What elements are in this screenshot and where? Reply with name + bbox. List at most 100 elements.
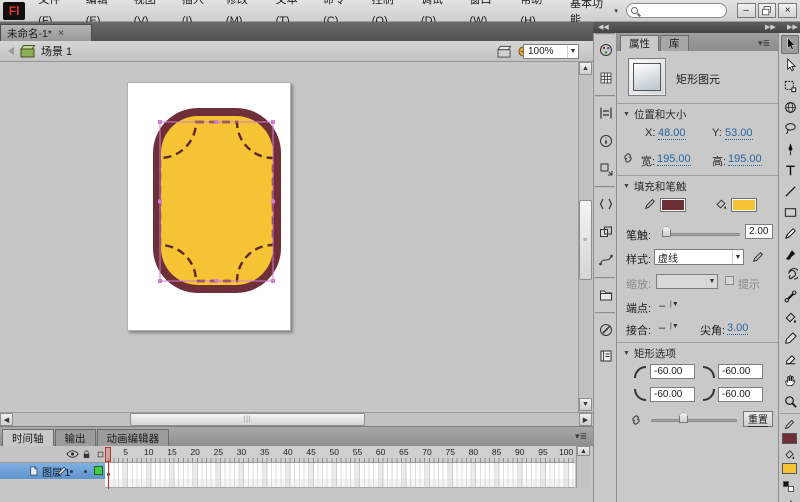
canvas-pasteboard[interactable]	[0, 62, 578, 412]
toolbar-stroke-color-chip[interactable]	[782, 433, 797, 444]
frame-grid-empty[interactable]	[105, 479, 575, 488]
eraser-tool[interactable]	[781, 350, 799, 369]
join-dropdown-icon[interactable]: |▼	[670, 323, 679, 330]
document-tab[interactable]: 未命名-1* ×	[0, 24, 92, 41]
3d-rotation-tool[interactable]	[781, 98, 799, 117]
restore-button[interactable]	[757, 3, 777, 18]
panel-menu-icon[interactable]: ▾≣	[575, 431, 587, 442]
stroke-scale-select[interactable]: ▼	[656, 274, 718, 289]
tab-properties[interactable]: 属性	[620, 35, 659, 51]
toolbar-fill-color-chip[interactable]	[782, 463, 797, 474]
collapse-tools-icon[interactable]: ▶▶	[787, 23, 798, 31]
playhead[interactable]	[105, 447, 111, 462]
layer-outline-color-swatch[interactable]	[94, 466, 103, 475]
pencil-tool[interactable]	[781, 224, 799, 243]
corner-radius-bl-input[interactable]: -60.00	[650, 387, 695, 402]
scroll-right-icon[interactable]: ▶	[579, 413, 592, 426]
edit-stroke-style-icon[interactable]	[751, 250, 765, 264]
link-width-height-icon[interactable]	[621, 151, 635, 165]
dock-group-gripper[interactable]	[595, 33, 615, 36]
rectangle-tool[interactable]	[781, 203, 799, 222]
layer-visible-dot[interactable]	[70, 470, 73, 473]
miter-value[interactable]: 3.00	[727, 322, 749, 335]
stroke-width-slider-thumb[interactable]	[662, 226, 671, 237]
tab-library[interactable]: 库	[660, 35, 689, 51]
paint-bucket-tool[interactable]	[781, 308, 799, 327]
breadcrumb-scene[interactable]: 场景 1	[41, 43, 72, 59]
compass-panel-icon[interactable]	[598, 322, 614, 338]
align-panel-icon[interactable]	[598, 105, 614, 121]
panel-menu-icon[interactable]: ▾≣	[758, 38, 770, 49]
strings-panel-icon[interactable]	[598, 348, 614, 364]
stroke-color-swatch[interactable]	[660, 198, 686, 212]
stroke-width-input[interactable]: 2.00	[745, 224, 773, 239]
deco-tool[interactable]	[781, 266, 799, 285]
tab-motion-editor[interactable]: 动画编辑器	[96, 429, 169, 446]
zoom-tool[interactable]	[781, 392, 799, 411]
collapse-left-icon[interactable]: ◀◀	[598, 23, 609, 31]
dock-group-gripper[interactable]	[595, 312, 615, 315]
info-panel-icon[interactable]	[598, 133, 614, 149]
scroll-left-icon[interactable]: ◀	[0, 413, 13, 426]
line-tool[interactable]	[781, 182, 799, 201]
frame-ruler[interactable]: 5 10 15 20 25 30 35 40 45 50 55 60 65 70 75 80 85 90 95 100	[105, 446, 575, 463]
scroll-up-icon[interactable]: ▲	[577, 446, 590, 456]
canvas-horizontal-scrollbar[interactable]: ◀ ||| ▶	[0, 412, 593, 426]
x-value[interactable]: 48.00	[658, 127, 686, 140]
collapse-right-icon[interactable]: ▶▶	[765, 23, 776, 31]
section-rectangle-options[interactable]: ▼ 矩形选项	[623, 346, 676, 361]
components-panel-icon[interactable]	[598, 224, 614, 240]
stroke-style-select[interactable]: 虚线 ▼	[654, 249, 744, 265]
cap-dropdown-icon[interactable]: |▼	[670, 301, 679, 308]
lasso-tool[interactable]	[781, 119, 799, 138]
hinting-checkbox[interactable]	[725, 276, 734, 285]
transform-panel-icon[interactable]	[598, 161, 614, 177]
dock-group-gripper[interactable]	[595, 277, 615, 280]
pen-tool[interactable]	[781, 140, 799, 159]
document-tab-close-icon[interactable]: ×	[58, 27, 64, 39]
color-panel-icon[interactable]	[598, 42, 614, 58]
stroke-width-slider[interactable]	[662, 233, 740, 236]
corner-radius-br-input[interactable]: -60.00	[718, 387, 763, 402]
show-hide-eye-icon[interactable]	[66, 449, 79, 459]
code-snippets-panel-icon[interactable]	[598, 196, 614, 212]
height-value[interactable]: 195.00	[728, 153, 762, 166]
lock-icon[interactable]	[81, 449, 92, 460]
width-value[interactable]: 195.00	[657, 153, 691, 166]
lock-corners-icon[interactable]	[629, 413, 643, 427]
tab-timeline[interactable]: 时间轴	[2, 429, 54, 446]
section-fill-stroke[interactable]: ▼ 填充和笔触	[623, 179, 686, 194]
text-tool[interactable]	[781, 161, 799, 180]
search-input[interactable]	[625, 3, 727, 18]
bone-tool[interactable]	[781, 287, 799, 306]
fill-color-swatch[interactable]	[731, 198, 757, 212]
dock-group-gripper[interactable]	[595, 95, 615, 98]
timeline-vertical-scrollbar[interactable]: ▲	[576, 446, 590, 488]
brush-tool[interactable]	[781, 245, 799, 264]
vertical-scroll-thumb[interactable]: ≡	[579, 200, 592, 280]
scroll-down-icon[interactable]: ▼	[579, 398, 592, 411]
dock-group-gripper[interactable]	[595, 186, 615, 189]
zoom-level-select[interactable]: 100% ▼	[523, 44, 579, 59]
corner-radius-slider-thumb[interactable]	[679, 412, 688, 423]
corner-radius-slider[interactable]	[651, 419, 737, 422]
edit-scene-icon[interactable]	[497, 45, 512, 58]
scroll-up-icon[interactable]: ▲	[579, 62, 592, 75]
eyedropper-tool[interactable]	[781, 329, 799, 348]
corner-radius-tr-input[interactable]: -60.00	[718, 364, 763, 379]
close-button[interactable]: ×	[778, 3, 797, 18]
layer-row[interactable]: 图层 1	[0, 463, 105, 479]
canvas-vertical-scrollbar[interactable]: ▲ ≡ ▼	[578, 62, 592, 412]
y-value[interactable]: 53.00	[725, 127, 753, 140]
section-position-size[interactable]: ▼ 位置和大小	[623, 107, 686, 122]
corner-radius-tl-input[interactable]: -60.00	[650, 364, 695, 379]
layer-lock-dot[interactable]	[84, 470, 87, 473]
rectangle-primitive-shape[interactable]	[150, 104, 286, 296]
motion-presets-panel-icon[interactable]	[598, 252, 614, 268]
hand-tool[interactable]	[781, 371, 799, 390]
frame-grid-row[interactable]	[105, 463, 575, 479]
horizontal-scroll-thumb[interactable]: |||	[130, 413, 365, 426]
back-arrow-icon[interactable]	[8, 47, 14, 55]
tab-output[interactable]: 输出	[54, 429, 96, 446]
project-panel-icon[interactable]	[598, 287, 614, 303]
